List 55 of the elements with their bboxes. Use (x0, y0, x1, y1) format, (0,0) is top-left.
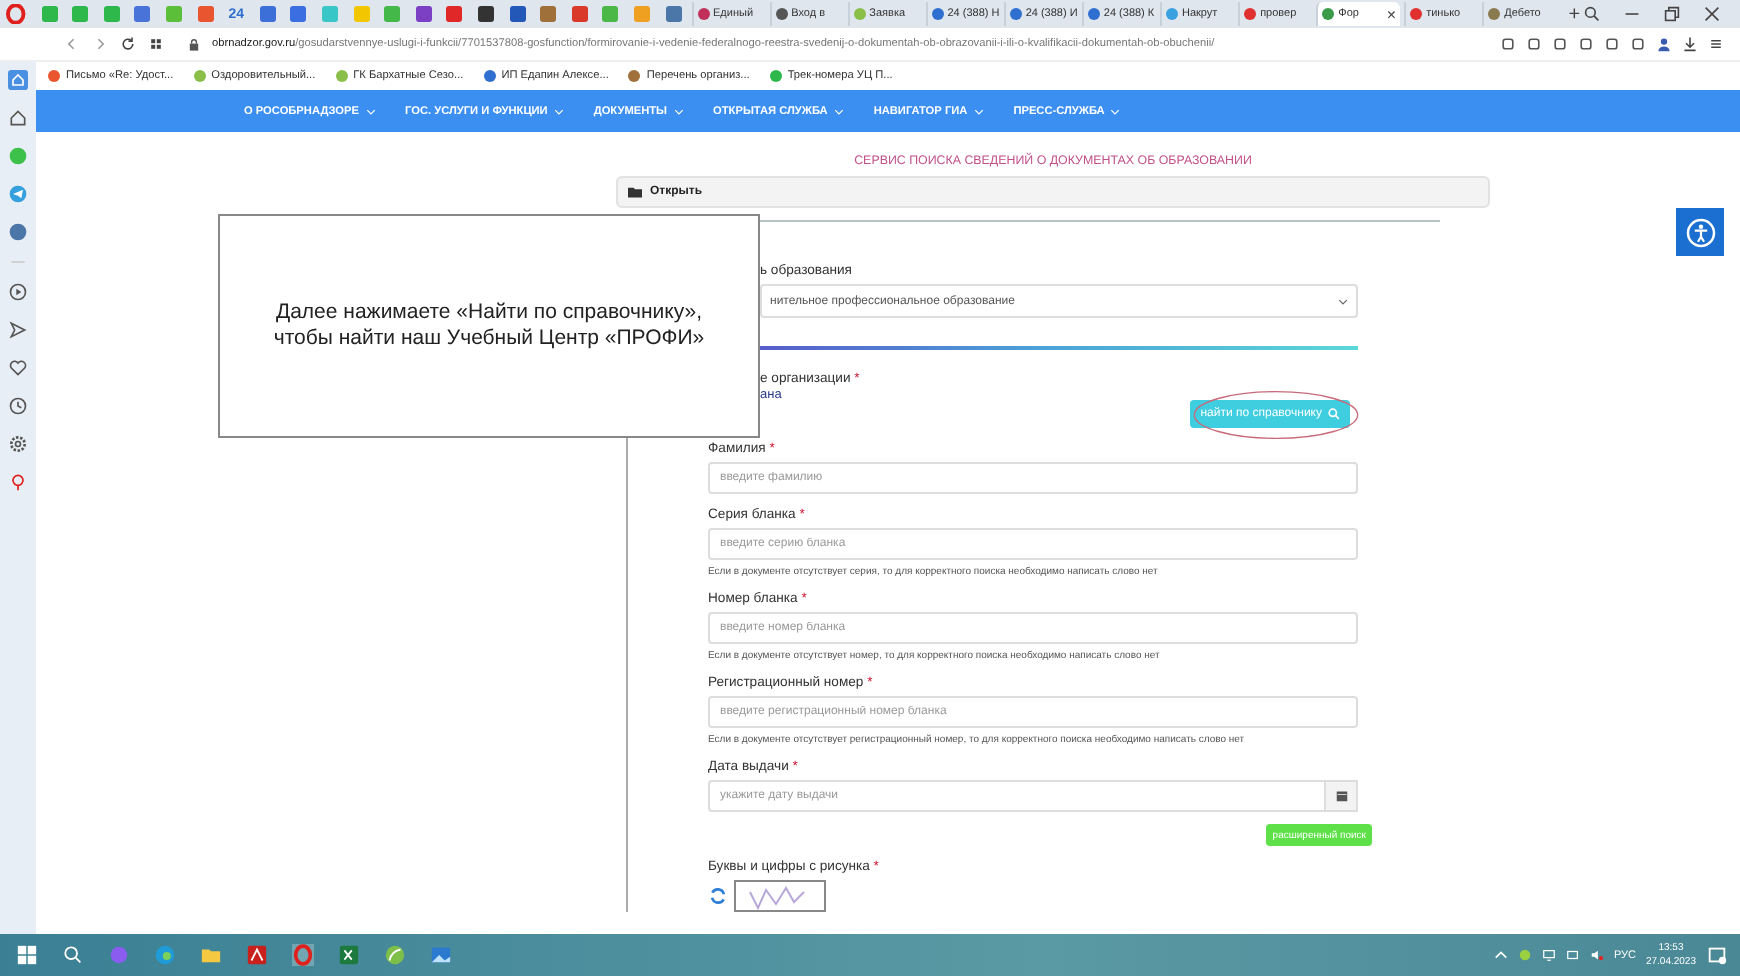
edge-browser-icon[interactable] (154, 944, 176, 966)
lock-icon (188, 37, 200, 51)
speaker-icon[interactable] (1589, 948, 1604, 962)
search-icon[interactable] (1584, 6, 1601, 22)
refresh-icon[interactable] (708, 886, 728, 906)
chevron-icon (1338, 297, 1348, 305)
folder-icon (628, 186, 642, 198)
instruction-text: Далее нажимаете «Найти по справочнику», чтобы найти наш Учебный Центр «ПРОФИ» (271, 299, 707, 353)
windows-start-icon[interactable] (16, 944, 38, 966)
reload-icon[interactable] (120, 36, 136, 52)
calendar-icon (1335, 790, 1347, 802)
captcha-image (734, 880, 826, 912)
tray-app-icon[interactable] (1517, 948, 1532, 962)
close-icon[interactable] (1704, 6, 1721, 22)
home-icon[interactable] (8, 70, 28, 90)
photos-app-icon[interactable] (430, 944, 452, 966)
opera-logo-icon[interactable] (6, 4, 26, 24)
spreadsheet-app-icon[interactable] (338, 944, 360, 966)
pinned-tab[interactable] (472, 2, 500, 26)
line-icon (8, 260, 28, 264)
chevron-icon (673, 107, 684, 115)
notification-icon[interactable] (1706, 944, 1728, 966)
chevron-icon (365, 107, 375, 115)
send-icon[interactable] (8, 320, 28, 340)
network-icon[interactable] (1541, 948, 1556, 962)
chevron-icon (973, 107, 984, 115)
search-icon (1328, 408, 1340, 420)
menu-icon[interactable] (1708, 36, 1724, 52)
restore-icon[interactable] (1664, 6, 1681, 22)
download-icon[interactable] (1682, 36, 1698, 52)
profile-icon[interactable] (1656, 36, 1672, 52)
heart-icon[interactable] (8, 358, 28, 378)
pdf-app-icon[interactable] (246, 944, 268, 966)
chevron-icon (553, 107, 564, 115)
search-icon[interactable] (62, 944, 84, 966)
clock-icon[interactable] (8, 396, 28, 416)
calendar-button[interactable] (1326, 780, 1358, 812)
play-icon[interactable] (8, 282, 28, 302)
chevron-up-icon[interactable] (1493, 948, 1508, 962)
chevron-icon (1110, 107, 1121, 115)
folder-icon[interactable] (200, 944, 222, 966)
new-tab-button[interactable]: + (1568, 3, 1581, 25)
settings-icon[interactable] (8, 434, 28, 454)
leaf-app-icon[interactable] (384, 944, 406, 966)
accessibility-icon (1685, 217, 1715, 247)
accessibility-button[interactable] (1676, 208, 1724, 256)
battery-icon[interactable] (1565, 948, 1580, 962)
grid-icon[interactable] (148, 36, 164, 52)
vk-icon[interactable] (8, 222, 28, 242)
pin-icon[interactable] (8, 472, 28, 492)
chevron-icon (833, 107, 844, 115)
pinned-tab[interactable] (410, 2, 438, 26)
telegram-icon[interactable] (8, 184, 28, 204)
close-tab-button[interactable]: × (1386, 5, 1397, 23)
home-icon[interactable] (8, 108, 28, 128)
